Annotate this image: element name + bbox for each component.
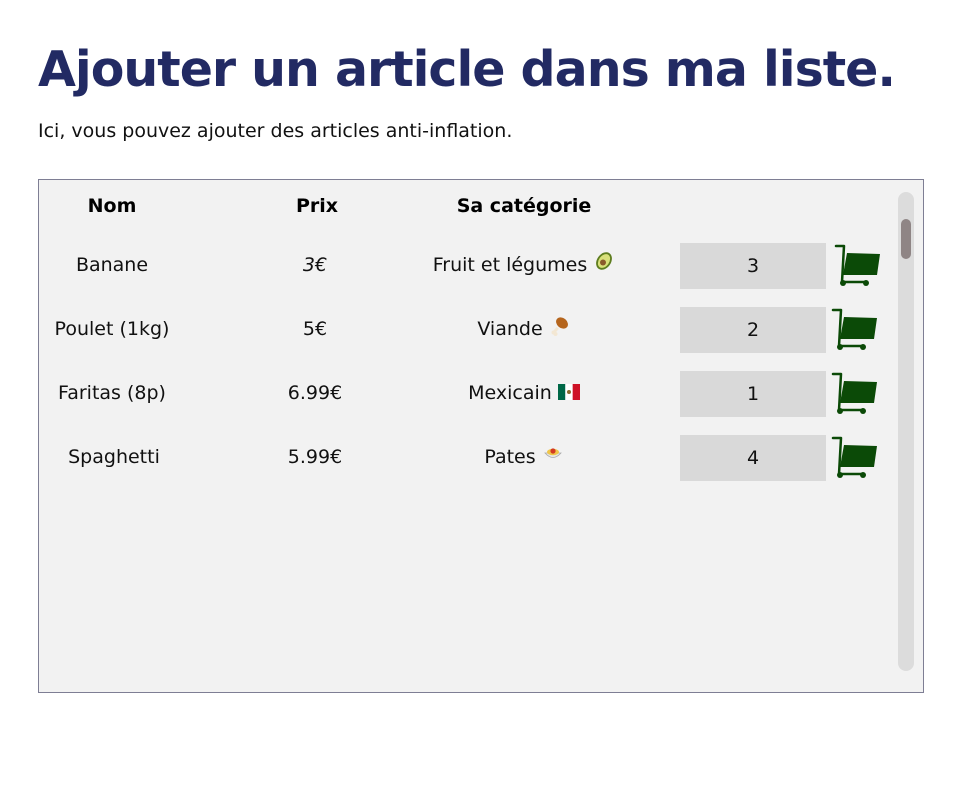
- scrollbar-thumb[interactable]: [901, 219, 911, 259]
- item-category: Viande: [399, 307, 649, 351]
- item-category-label: Mexicain: [468, 382, 552, 404]
- table-row: Poulet (1kg) 5€ Viande: [39, 305, 899, 353]
- avocado-icon: [593, 244, 615, 288]
- item-name: Faritas (8p): [58, 382, 166, 404]
- quantity-input[interactable]: [680, 435, 826, 481]
- item-name: Spaghetti: [68, 446, 160, 468]
- item-category-label: Fruit et légumes: [432, 254, 588, 276]
- header-category: Sa catégorie: [456, 195, 592, 217]
- page-subtitle: Ici, vous pouvez ajouter des articles an…: [38, 120, 513, 142]
- quantity-input[interactable]: [680, 243, 826, 289]
- quantity-input[interactable]: [680, 307, 826, 353]
- shopping-cart-icon: [834, 244, 880, 286]
- header-price: Prix: [295, 195, 339, 217]
- item-category: Fruit et légumes: [399, 243, 649, 287]
- item-name: Poulet (1kg): [54, 318, 170, 340]
- shopping-cart-icon: [831, 372, 877, 414]
- shopping-cart-icon: [831, 308, 877, 350]
- item-category-label: Pates: [484, 446, 536, 468]
- shopping-cart-icon: [831, 436, 877, 478]
- add-to-cart-button[interactable]: [831, 433, 879, 481]
- page-title: Ajouter un article dans ma liste.: [38, 41, 896, 98]
- table-row: Faritas (8p) 6.99€ Mexicain: [39, 369, 899, 417]
- item-price: 5.99€: [287, 446, 343, 468]
- mexico-flag-icon: [557, 372, 580, 416]
- header-name: Nom: [87, 195, 137, 217]
- spaghetti-icon: [542, 436, 564, 480]
- quantity-input[interactable]: [680, 371, 826, 417]
- add-to-cart-button[interactable]: [831, 305, 879, 353]
- poultry-leg-icon: [549, 308, 571, 352]
- table-row: Banane 3€ Fruit et légumes: [39, 241, 899, 289]
- item-category: Mexicain: [399, 371, 649, 415]
- item-price: 6.99€: [287, 382, 343, 404]
- add-to-cart-button[interactable]: [831, 369, 879, 417]
- articles-panel: Nom Prix Sa catégorie Banane 3€ Fruit et…: [38, 179, 924, 693]
- item-category: Pates: [399, 435, 649, 479]
- item-price: 5€: [302, 318, 328, 340]
- item-name: Banane: [75, 254, 149, 276]
- item-price: 3€: [302, 254, 328, 276]
- table-row: Spaghetti 5.99€ Pates: [39, 433, 899, 481]
- vertical-scrollbar[interactable]: [898, 192, 914, 671]
- item-category-label: Viande: [477, 318, 543, 340]
- add-to-cart-button[interactable]: [834, 241, 882, 289]
